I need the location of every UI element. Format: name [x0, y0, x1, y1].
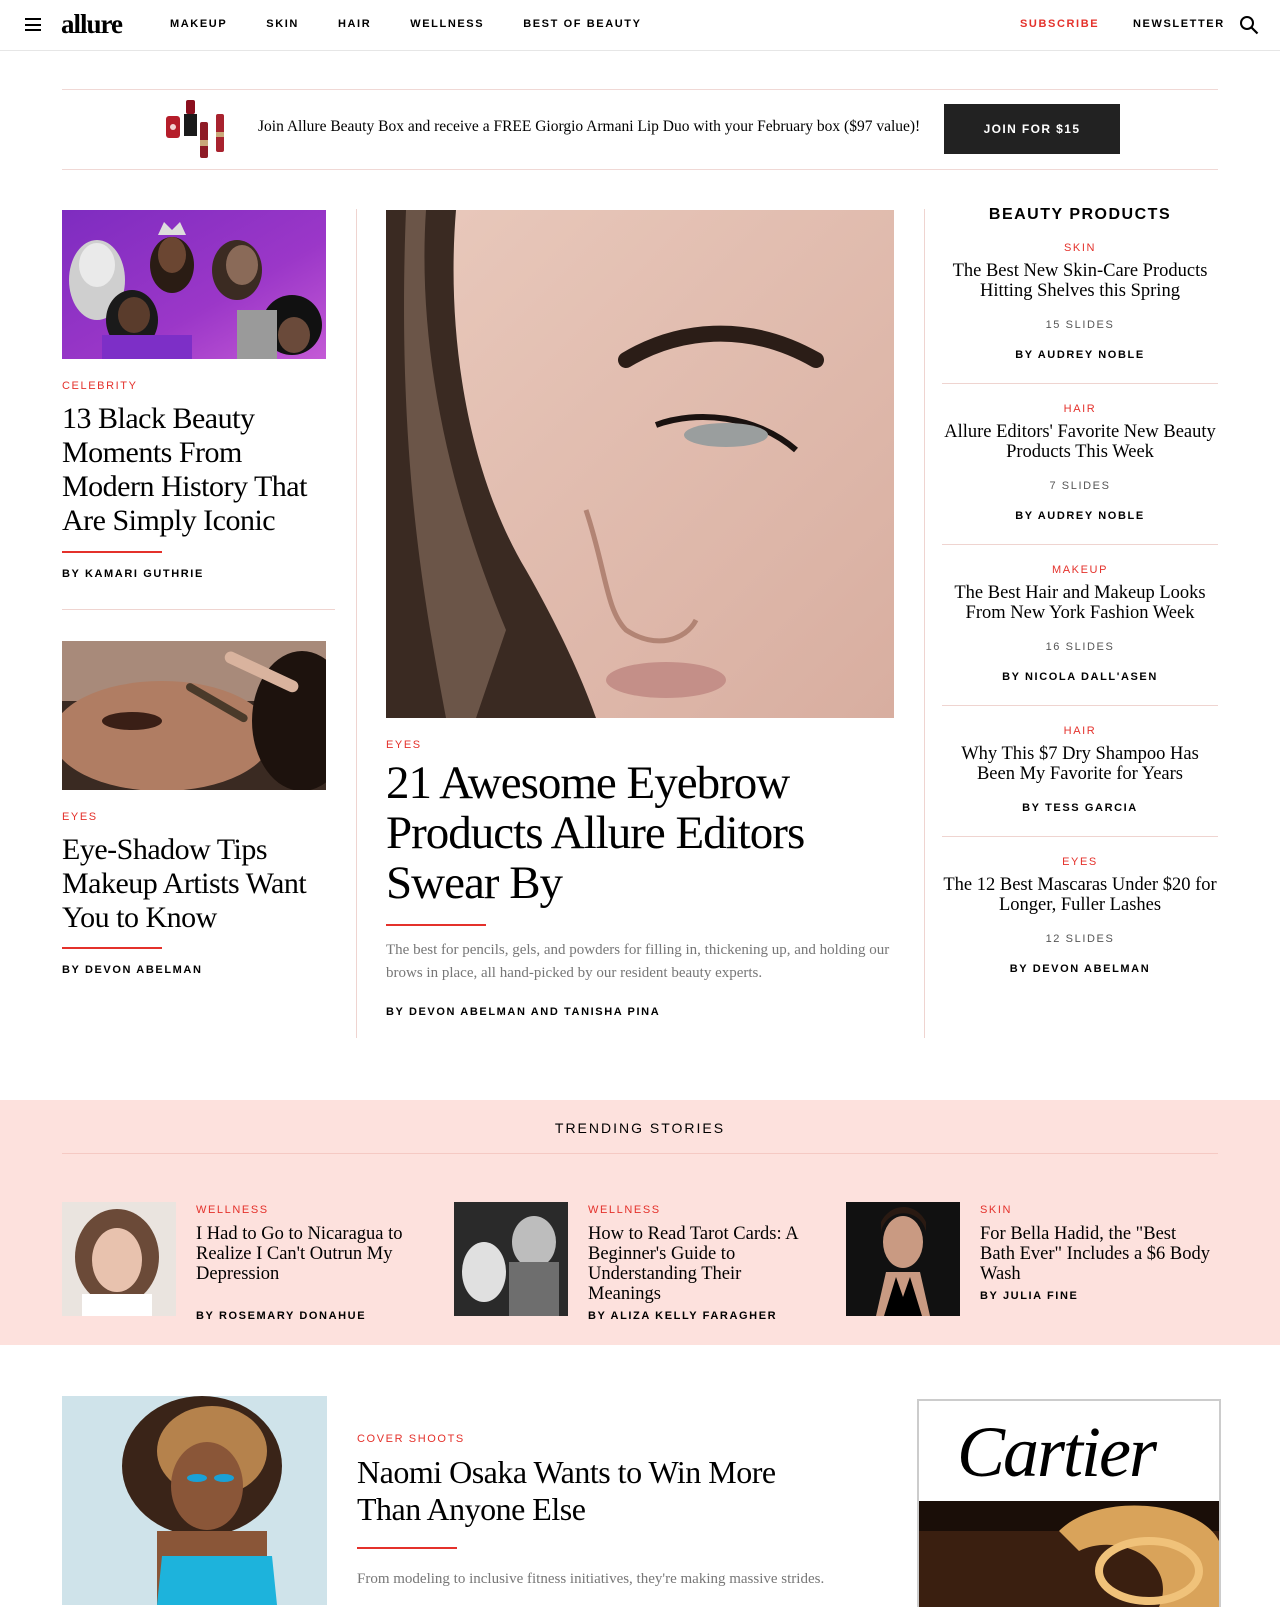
beauty-products-list: Beauty Products Skin The Best New Skin-C… — [942, 206, 1218, 997]
nav-links: Makeup Skin Hair Wellness Best of Beauty — [170, 18, 681, 30]
divider-rule — [386, 924, 486, 926]
feature-image[interactable] — [386, 210, 894, 718]
trending-headline[interactable]: How to Read Tarot Cards: A Beginner's Gu… — [588, 1224, 818, 1304]
menu-icon[interactable] — [25, 18, 41, 31]
list-item[interactable]: Hair Why This $7 Dry Shampoo Has Been My… — [942, 706, 1218, 837]
feature-dek: The best for pencils, gels, and powders … — [386, 942, 890, 981]
list-item-byline[interactable]: By Tess Garcia — [942, 802, 1218, 814]
divider — [62, 1153, 1218, 1154]
nav-link-best-of-beauty[interactable]: Best of Beauty — [523, 18, 641, 30]
ad-jewelry-image — [919, 1501, 1219, 1607]
list-item-byline[interactable]: By Devon Abelman — [942, 963, 1218, 975]
list-item[interactable]: Skin The Best New Skin-Care Products Hit… — [942, 224, 1218, 384]
list-item-byline[interactable]: By Audrey Noble — [942, 510, 1218, 522]
ad-brand-logo: Cartier — [957, 1412, 1157, 1492]
article-byline[interactable]: By Kamari Guthrie — [62, 568, 204, 580]
promo-text: Join Allure Beauty Box and receive a FRE… — [258, 118, 921, 135]
article-kicker[interactable]: Celebrity — [62, 380, 138, 392]
nav-link-wellness[interactable]: Wellness — [410, 18, 484, 30]
trending-byline[interactable]: By Julia Fine — [980, 1290, 1078, 1302]
trending-headline[interactable]: I Had to Go to Nicaragua to Realize I Ca… — [196, 1224, 426, 1284]
trending-stories: Trending Stories Wellness I Had to Go to… — [0, 1100, 1280, 1345]
trending-card[interactable]: Skin For Bella Hadid, the "Best Bath Eve… — [846, 1202, 1226, 1317]
divider-rule — [357, 1547, 457, 1549]
cover-dek: From modeling to inclusive fitness initi… — [357, 1571, 825, 1587]
newsletter-link[interactable]: Newsletter — [1133, 18, 1225, 30]
list-item-headline[interactable]: The Best New Skin-Care Products Hitting … — [942, 261, 1218, 301]
trending-kicker[interactable]: Wellness — [588, 1204, 661, 1216]
slide-count: 12 Slides — [1045, 933, 1115, 945]
slide-count: 7 Slides — [1049, 480, 1111, 492]
search-icon[interactable] — [1239, 15, 1259, 35]
article-kicker[interactable]: Eyes — [62, 811, 98, 823]
trending-kicker[interactable]: Wellness — [196, 1204, 269, 1216]
feature-headline[interactable]: 21 Awesome Eyebrow Products Allure Edito… — [386, 758, 826, 908]
feature-byline[interactable]: By Devon Abelman and Tanisha Pina — [386, 1006, 660, 1018]
join-button[interactable]: Join for $15 — [944, 104, 1120, 154]
cover-headline[interactable]: Naomi Osaka Wants to Win More Than Anyon… — [357, 1454, 837, 1528]
column-divider — [924, 209, 925, 1038]
trending-byline[interactable]: By Aliza Kelly Faragher — [588, 1310, 777, 1322]
trending-card[interactable]: Wellness I Had to Go to Nicaragua to Rea… — [62, 1202, 442, 1322]
list-item-headline[interactable]: Allure Editors' Favorite New Beauty Prod… — [942, 422, 1218, 462]
list-item-headline[interactable]: The Best Hair and Makeup Looks From New … — [942, 583, 1218, 623]
list-item-kicker[interactable]: Eyes — [942, 856, 1218, 868]
list-item-byline[interactable]: By Audrey Noble — [942, 349, 1218, 361]
trending-card[interactable]: Wellness How to Read Tarot Cards: A Begi… — [454, 1202, 834, 1322]
article-headline[interactable]: 13 Black Beauty Moments From Modern Hist… — [62, 402, 327, 538]
subscribe-link[interactable]: Subscribe — [1020, 18, 1099, 30]
trending-image[interactable] — [62, 1202, 176, 1316]
slide-count: 16 Slides — [1045, 641, 1115, 653]
list-item[interactable]: Hair Allure Editors' Favorite New Beauty… — [942, 384, 1218, 545]
divider-rule — [62, 551, 162, 553]
lipstick-product-image — [166, 100, 224, 158]
nav-link-makeup[interactable]: Makeup — [170, 18, 227, 30]
column-divider — [356, 209, 357, 1038]
list-item-kicker[interactable]: Hair — [942, 403, 1218, 415]
list-item-headline[interactable]: Why This $7 Dry Shampoo Has Been My Favo… — [942, 744, 1218, 784]
nav-link-hair[interactable]: Hair — [338, 18, 371, 30]
list-item-byline[interactable]: By Nicola Dall'Asen — [942, 671, 1218, 683]
top-nav: allure Makeup Skin Hair Wellness Best of… — [0, 0, 1280, 51]
divider — [62, 609, 335, 610]
trending-byline[interactable]: By Rosemary Donahue — [196, 1310, 366, 1322]
section-title: Beauty Products — [988, 206, 1172, 223]
eyeshadow-article-image[interactable] — [62, 641, 326, 790]
list-item-kicker[interactable]: Skin — [942, 242, 1218, 254]
site-logo[interactable]: allure — [61, 9, 123, 40]
slide-count: 15 Slides — [1045, 319, 1115, 331]
trending-image[interactable] — [454, 1202, 568, 1316]
trending-kicker[interactable]: Skin — [980, 1204, 1012, 1216]
trending-headline[interactable]: For Bella Hadid, the "Best Bath Ever" In… — [980, 1224, 1210, 1284]
list-item-headline[interactable]: The 12 Best Mascaras Under $20 for Longe… — [942, 875, 1218, 915]
cover-kicker[interactable]: Cover Shoots — [357, 1433, 465, 1445]
list-item[interactable]: Eyes The 12 Best Mascaras Under $20 for … — [942, 837, 1218, 997]
cover-story-image[interactable] — [62, 1396, 327, 1605]
list-item-kicker[interactable]: Makeup — [942, 564, 1218, 576]
cartier-advertisement[interactable]: Cartier — [917, 1399, 1221, 1607]
article-headline[interactable]: Eye-Shadow Tips Makeup Artists Want You … — [62, 833, 327, 935]
trending-image[interactable] — [846, 1202, 960, 1316]
nav-link-skin[interactable]: Skin — [266, 18, 299, 30]
list-item[interactable]: Makeup The Best Hair and Makeup Looks Fr… — [942, 545, 1218, 706]
divider-rule — [62, 947, 162, 949]
celebrity-article-image[interactable] — [62, 210, 326, 359]
beauty-box-promo: Join Allure Beauty Box and receive a FRE… — [62, 89, 1218, 170]
section-title: Trending Stories — [554, 1120, 726, 1136]
feature-kicker[interactable]: Eyes — [386, 739, 422, 751]
list-item-kicker[interactable]: Hair — [942, 725, 1218, 737]
article-byline[interactable]: By Devon Abelman — [62, 964, 203, 976]
